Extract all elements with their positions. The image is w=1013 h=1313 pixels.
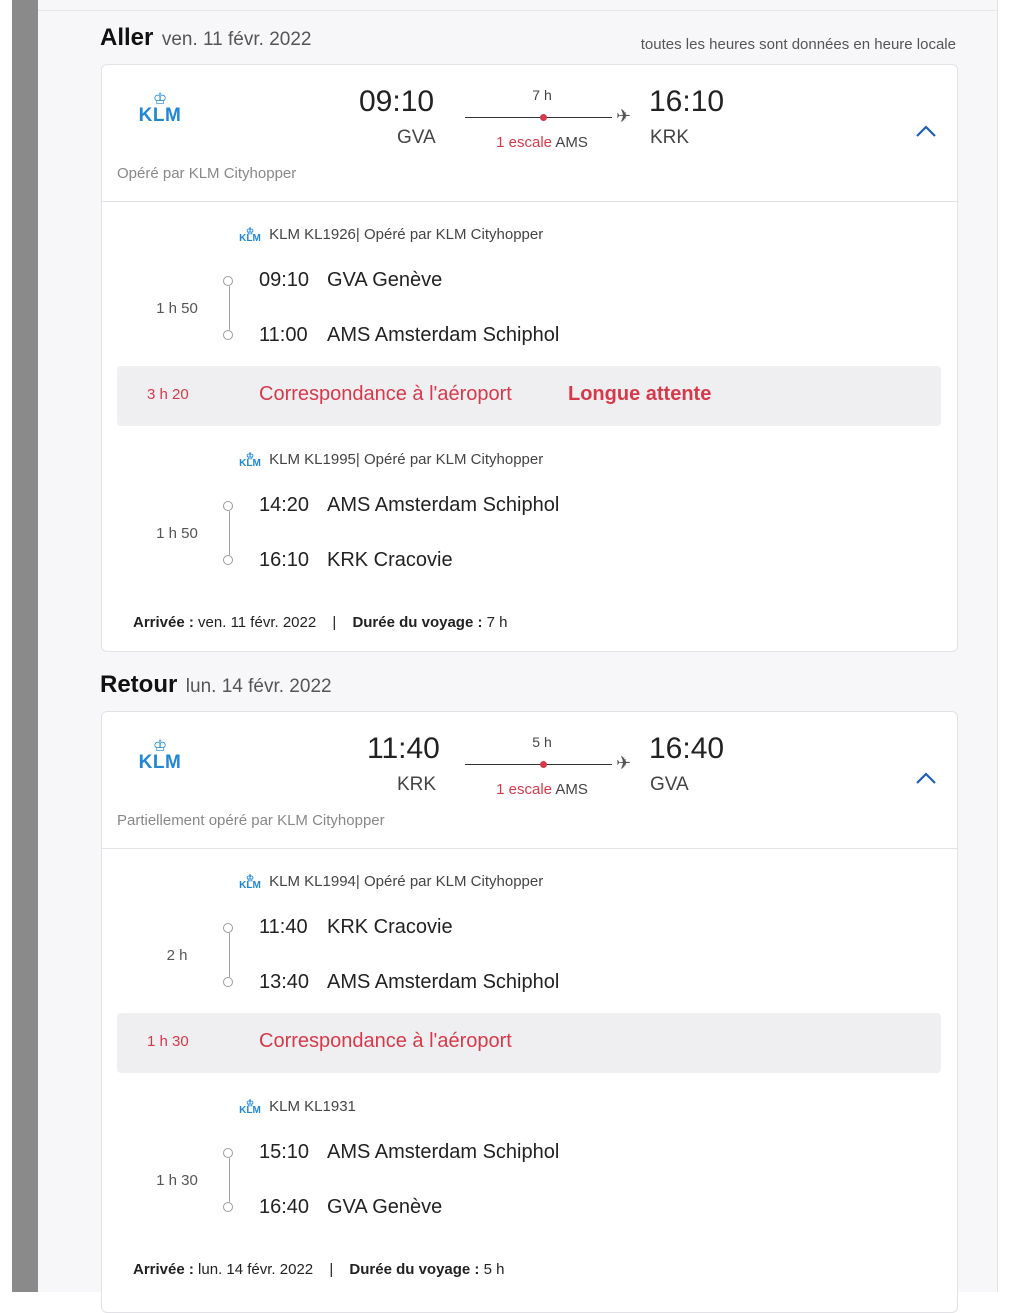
klm-mini-logo-icon: ♔ KLM (239, 873, 261, 892)
connection-box: 1 h 30 Correspondance à l'aéroport (117, 1013, 941, 1073)
arrival-code: KRK (650, 127, 690, 148)
return-date: lun. 14 févr. 2022 (185, 676, 332, 697)
route-line (465, 764, 612, 765)
timeline-line (229, 286, 230, 330)
segment-header: ♔ KLM KLM KL1926| Opéré par KLM Cityhoppe… (235, 226, 543, 245)
connection-duration: 1 h 30 (147, 1033, 189, 1050)
trip-duration: 7 h (532, 87, 552, 103)
return-header: Retour lun. 14 févr. 2022 (100, 671, 332, 699)
leg-arrival: 13:40 AMS Amsterdam Schiphol (259, 971, 560, 993)
return-title: Retour (100, 671, 178, 698)
departure-time: 11:40 (367, 732, 440, 765)
timeline-line (229, 511, 230, 555)
operated-by: Opéré par KLM Cityhopper (117, 165, 297, 182)
segment-header: ♔ KLM KLM KL1931 (235, 1098, 356, 1117)
leg-duration: 1 h 50 (156, 300, 198, 317)
collapse-chevron-icon[interactable] (915, 770, 937, 786)
plane-icon: ✈ (616, 753, 632, 773)
leg-arrival: 16:10 KRK Cracovie (259, 549, 453, 571)
klm-logo: ♔ KLM (132, 739, 188, 773)
plane-icon: ✈ (616, 106, 632, 126)
timeline-line (229, 933, 230, 977)
timeline-line (229, 1158, 230, 1202)
timeline-end-dot (223, 555, 233, 565)
stops-info: 1 escale AMS (496, 781, 588, 798)
connection-duration: 3 h 20 (147, 386, 189, 403)
leg-duration: 2 h (166, 947, 188, 964)
leg-duration: 1 h 50 (156, 525, 198, 542)
right-divider (997, 0, 998, 1292)
stop-dot (540, 114, 547, 121)
connection-label: Correspondance à l'aéroport (259, 1030, 512, 1052)
leg-arrival: 16:40 GVA Genève (259, 1196, 443, 1218)
route-line (465, 117, 612, 118)
leg-departure: 14:20 AMS Amsterdam Schiphol (259, 494, 560, 516)
stops-info: 1 escale AMS (496, 134, 588, 151)
outbound-date: ven. 11 févr. 2022 (161, 29, 312, 50)
leg-departure: 11:40 KRK Cracovie (259, 916, 453, 938)
departure-time: 09:10 (359, 85, 435, 118)
timeline-end-dot (223, 1202, 233, 1212)
outbound-header: Aller ven. 11 févr. 2022 (100, 24, 311, 52)
operated-by: Partiellement opéré par KLM Cityhopper (117, 812, 385, 829)
outbound-title: Aller (100, 24, 154, 51)
arrival-time: 16:10 (649, 85, 725, 118)
outbound-summary[interactable]: ♔ KLM 09:10 GVA 7 h ✈ 1 escale AMS 16:10… (102, 65, 957, 202)
departure-code: GVA (397, 127, 436, 148)
connection-box: 3 h 20 Correspondance à l'aéroport Longu… (117, 366, 941, 426)
timeline-start-dot (223, 1148, 233, 1158)
return-card: ♔ KLM 11:40 KRK 5 h ✈ 1 escale AMS 16:40… (101, 711, 958, 1313)
leg-departure: 09:10 GVA Genève (259, 269, 443, 291)
top-divider (38, 10, 997, 11)
timezone-note: toutes les heures sont données en heure … (640, 36, 956, 53)
timeline-end-dot (223, 977, 233, 987)
segment-header: ♔ KLM KLM KL1995| Opéré par KLM Cityhoppe… (235, 451, 543, 470)
left-sidebar-strip (12, 0, 38, 1292)
klm-mini-logo-icon: ♔ KLM (239, 1098, 261, 1117)
timeline-start-dot (223, 501, 233, 511)
timeline-end-dot (223, 330, 233, 340)
leg-arrival: 11:00 AMS Amsterdam Schiphol (259, 324, 560, 346)
leg-departure: 15:10 AMS Amsterdam Schiphol (259, 1141, 560, 1163)
arrival-summary: Arrivée : ven. 11 févr. 2022 | Durée du … (133, 614, 508, 631)
departure-code: KRK (397, 774, 437, 795)
arrival-time: 16:40 (649, 732, 725, 765)
klm-logo: ♔ KLM (132, 92, 188, 126)
return-summary[interactable]: ♔ KLM 11:40 KRK 5 h ✈ 1 escale AMS 16:40… (102, 712, 957, 849)
connection-label: Correspondance à l'aéroport (259, 383, 512, 405)
collapse-chevron-icon[interactable] (915, 123, 937, 139)
trip-duration: 5 h (532, 734, 552, 750)
leg-duration: 1 h 30 (156, 1172, 198, 1189)
arrival-code: GVA (650, 774, 689, 795)
timeline-start-dot (223, 923, 233, 933)
long-wait-warning: Longue attente (568, 383, 712, 405)
segment-header: ♔ KLM KLM KL1994| Opéré par KLM Cityhoppe… (235, 873, 543, 892)
outbound-card: ♔ KLM 09:10 GVA 7 h ✈ 1 escale AMS 16:10… (101, 64, 958, 652)
klm-mini-logo-icon: ♔ KLM (239, 451, 261, 470)
stop-dot (540, 761, 547, 768)
klm-mini-logo-icon: ♔ KLM (239, 226, 261, 245)
arrival-summary: Arrivée : lun. 14 févr. 2022 | Durée du … (133, 1261, 505, 1278)
timeline-start-dot (223, 276, 233, 286)
